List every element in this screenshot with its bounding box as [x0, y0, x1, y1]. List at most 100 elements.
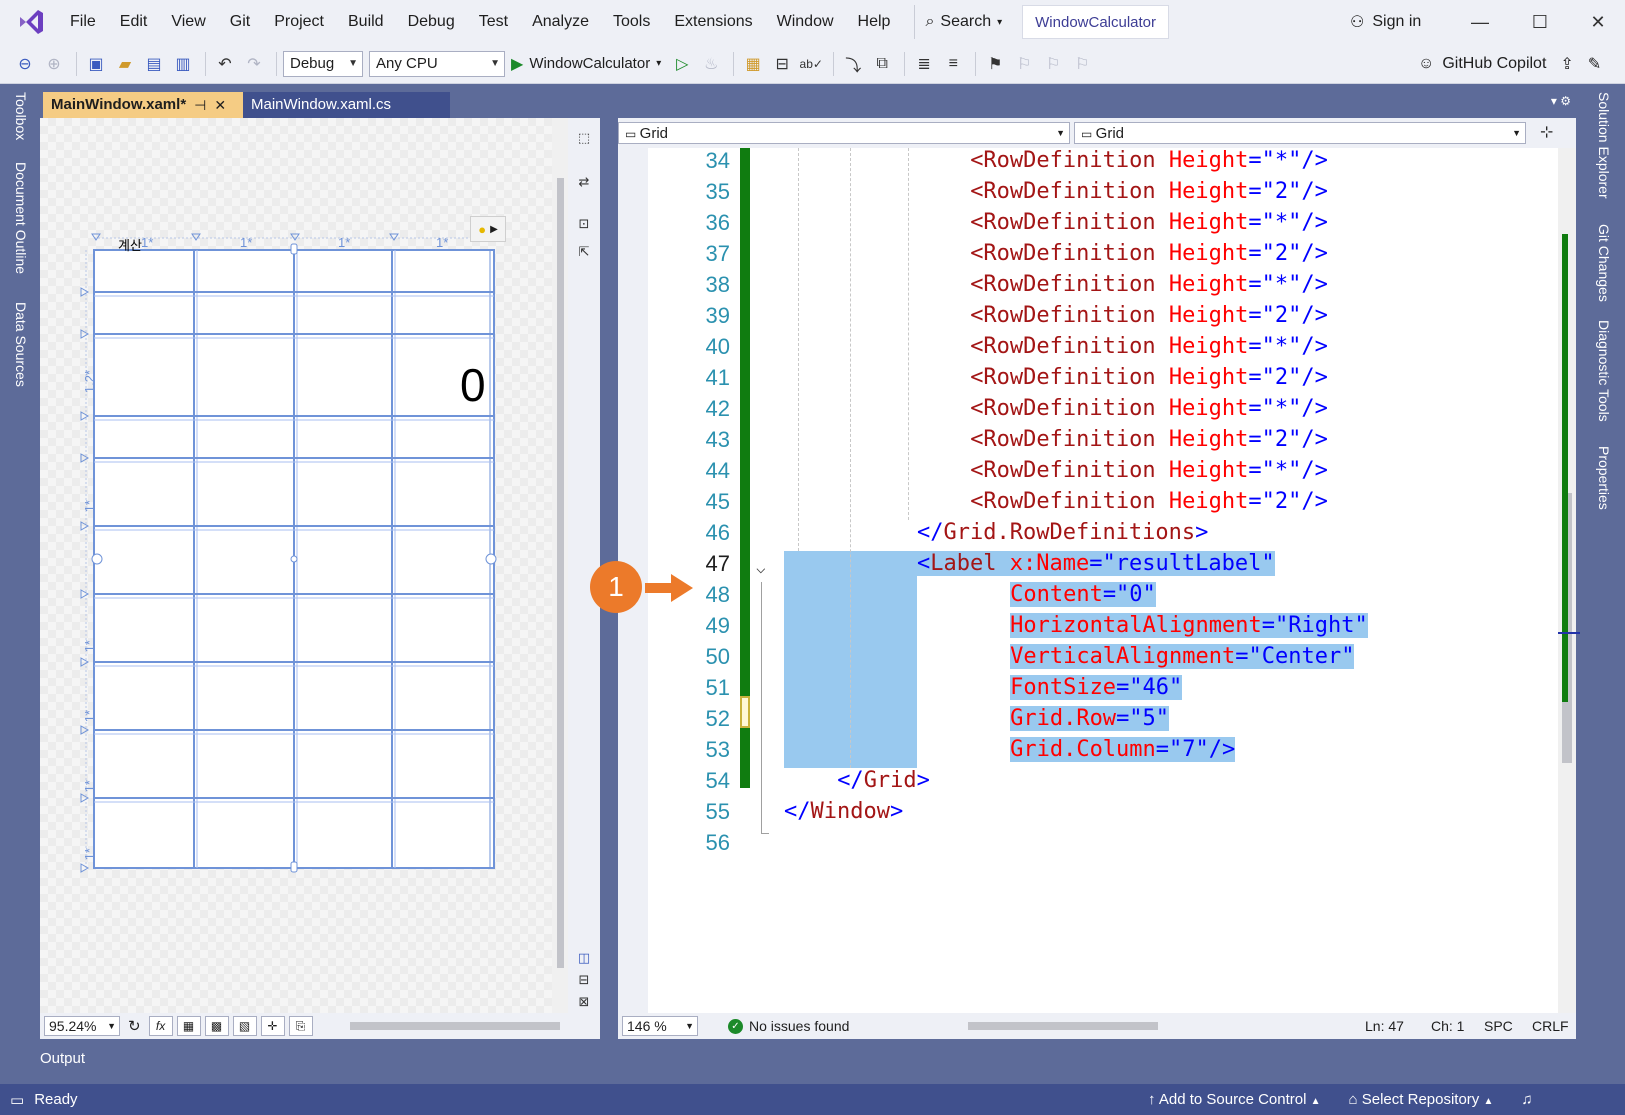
snap-to-snaplines-icon[interactable]: ✛ [260, 1016, 285, 1036]
code-line[interactable]: Content="0" [1010, 582, 1156, 607]
sign-in-button[interactable]: ⚇ Sign in [1350, 0, 1421, 44]
code-line[interactable]: <RowDefinition Height="2"/> [970, 427, 1328, 452]
code-line[interactable]: VerticalAlignment="Center" [1010, 644, 1355, 669]
scrollbar-thumb[interactable] [557, 178, 564, 968]
code-line[interactable]: <RowDefinition Height="*"/> [970, 272, 1328, 297]
redo-icon[interactable]: ↷ [241, 51, 267, 77]
tab-mainwindow-xaml[interactable]: MainWindow.xaml* ⊣ ✕ [43, 92, 244, 118]
nav-left-dropdown[interactable]: ▭ Grid ▼ [618, 122, 1070, 144]
swap-panes-icon[interactable]: ⇄ [574, 172, 594, 192]
document-outline-tab[interactable]: Document Outline [13, 162, 29, 274]
next-bookmark-icon[interactable]: ⚐ [1040, 51, 1066, 77]
designer-vertical-scrollbar[interactable] [552, 118, 568, 1029]
code-line[interactable]: <RowDefinition Height="2"/> [970, 179, 1328, 204]
hot-reload-icon[interactable]: ♨ [698, 51, 724, 77]
code-line[interactable]: <RowDefinition Height="2"/> [970, 303, 1328, 328]
clear-bookmarks-icon[interactable]: ⚐ [1069, 51, 1095, 77]
code-line[interactable]: <RowDefinition Height="*"/> [970, 148, 1328, 173]
save-all-icon[interactable]: ▥ [170, 51, 196, 77]
code-line[interactable]: <RowDefinition Height="*"/> [970, 334, 1328, 359]
menu-test[interactable]: Test [467, 0, 520, 44]
transparency-toggle-icon[interactable]: ▧ [232, 1016, 257, 1036]
line-number-status[interactable]: Ln: 47 [1365, 1018, 1404, 1034]
github-copilot-button[interactable]: ☺ GitHub Copilot ⇪ ✎ [1418, 44, 1601, 84]
indent-icon[interactable]: ≣ [911, 51, 937, 77]
code-line[interactable]: <Label x:Name="resultLabel" [917, 551, 1275, 576]
horizontal-split-icon[interactable]: ⊟ [574, 970, 594, 990]
designer-zoom-dropdown[interactable]: 95.24% ▼ [44, 1016, 120, 1036]
outdent-icon[interactable]: ≡ [940, 51, 966, 77]
fold-chevron-icon[interactable]: ⌵ [756, 558, 766, 577]
editor-zoom-dropdown[interactable]: 146 % ▼ [622, 1016, 698, 1036]
solution-explorer-icon[interactable]: ▦ [740, 51, 766, 77]
menu-edit[interactable]: Edit [108, 0, 160, 44]
menu-tools[interactable]: Tools [601, 0, 662, 44]
search-button[interactable]: ⌕ Search ▾ [914, 5, 1012, 39]
maximize-button[interactable]: ☐ [1512, 0, 1568, 44]
notifications-bell-icon[interactable]: ♫ [1521, 1091, 1532, 1108]
grid-toggle-icon[interactable]: ▦ [176, 1016, 201, 1036]
column-status[interactable]: Ch: 1 [1431, 1018, 1464, 1034]
popout-icon[interactable]: ⇱ [574, 242, 594, 262]
designer-grid[interactable] [78, 228, 508, 890]
add-to-source-control-button[interactable]: ↑ Add to Source Control ▲ [1148, 1091, 1321, 1108]
close-window-button[interactable]: ✕ [1570, 0, 1625, 44]
toolbox-tab[interactable]: Toolbox [13, 92, 29, 140]
split-editor-icon[interactable]: ⊹ [1540, 122, 1553, 142]
solution-config-dropdown[interactable]: Debug ▼ [283, 50, 363, 77]
select-repository-button[interactable]: ⌂ Select Repository ▲ [1349, 1091, 1494, 1108]
open-folder-icon[interactable]: ▰ [112, 51, 138, 77]
start-debugging-button[interactable]: ▶ WindowCalculator ▾ [511, 54, 661, 74]
nav-right-dropdown[interactable]: ▭ Grid ▼ [1074, 122, 1526, 144]
save-icon[interactable]: ▤ [141, 51, 167, 77]
menu-view[interactable]: View [159, 0, 217, 44]
start-without-debugging-icon[interactable]: ▷ [669, 51, 695, 77]
menu-extensions[interactable]: Extensions [662, 0, 764, 44]
visual-studio-logo-icon[interactable] [16, 7, 46, 37]
previous-bookmark-icon[interactable]: ⚐ [1011, 51, 1037, 77]
menu-build[interactable]: Build [336, 0, 396, 44]
issues-indicator[interactable]: ✓ No issues found [728, 1018, 849, 1034]
new-item-icon[interactable]: ▣ [83, 51, 109, 77]
code-line[interactable]: Grid.Row="5" [1010, 706, 1170, 731]
menu-window[interactable]: Window [765, 0, 846, 44]
bookmark-icon[interactable]: ⚑ [982, 51, 1008, 77]
whitespace-status[interactable]: SPC [1484, 1018, 1513, 1034]
git-changes-tab[interactable]: Git Changes [1596, 224, 1612, 302]
output-panel-tab[interactable]: Output [40, 1050, 85, 1067]
code-line[interactable]: <RowDefinition Height="*"/> [970, 210, 1328, 235]
code-line[interactable]: <RowDefinition Height="2"/> [970, 241, 1328, 266]
copy-icon[interactable]: ⧉ [869, 51, 895, 77]
line-ending-status[interactable]: CRLF [1532, 1018, 1569, 1034]
snap-gridlines-icon[interactable]: ▩ [204, 1016, 229, 1036]
code-line[interactable]: Grid.Column="7"/> [1010, 737, 1236, 762]
minimize-button[interactable]: — [1452, 0, 1508, 44]
solution-explorer-tab[interactable]: Solution Explorer [1596, 92, 1612, 199]
effects-toggle-icon[interactable]: fx [148, 1016, 173, 1036]
menu-analyze[interactable]: Analyze [520, 0, 601, 44]
data-sources-tab[interactable]: Data Sources [13, 302, 29, 387]
code-line[interactable]: <RowDefinition Height="*"/> [970, 458, 1328, 483]
editor-horizontal-scrollbar[interactable] [968, 1022, 1158, 1030]
navigate-forward-icon[interactable]: ⊕ [41, 51, 67, 77]
project-code-icon[interactable]: ⎘ [288, 1016, 313, 1036]
close-tab-icon[interactable]: ✕ [214, 92, 226, 118]
platform-dropdown[interactable]: Any CPU ▼ [369, 50, 505, 77]
code-line[interactable]: </Grid> [837, 768, 930, 793]
tab-mainwindow-xaml-cs[interactable]: MainWindow.xaml.cs [243, 92, 450, 118]
share-icon[interactable]: ⇪ [1560, 54, 1573, 74]
step-into-icon[interactable]: ⤵ [840, 51, 866, 77]
menu-file[interactable]: File [58, 0, 108, 44]
menu-debug[interactable]: Debug [396, 0, 467, 44]
code-line[interactable]: <RowDefinition Height="2"/> [970, 365, 1328, 390]
pin-icon[interactable]: ⊣ [194, 92, 206, 118]
refresh-icon[interactable]: ↻ [128, 1017, 141, 1035]
spell-check-icon[interactable]: ab✓ [798, 51, 824, 77]
code-line[interactable]: HorizontalAlignment="Right" [1010, 613, 1368, 638]
select-element-icon[interactable]: ⬚ [574, 128, 594, 148]
feedback-icon[interactable]: ✎ [1588, 54, 1601, 74]
navigate-back-icon[interactable]: ⊖ [12, 51, 38, 77]
code-line[interactable]: FontSize="46" [1010, 675, 1183, 700]
quick-actions-button[interactable]: ● ▶ [470, 216, 506, 242]
code-line[interactable]: </Window> [784, 799, 903, 824]
